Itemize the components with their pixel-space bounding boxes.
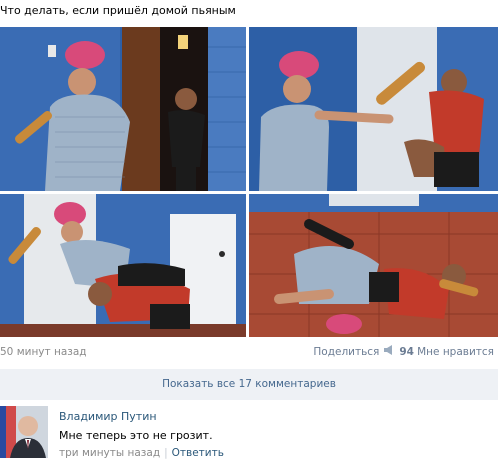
like-button[interactable]: Мне нравится [417,344,494,360]
post-meta: 50 минут назад Поделиться 94 Мне нравитс… [0,344,498,360]
photo-3[interactable] [0,194,246,337]
avatar[interactable] [0,406,48,458]
show-all-comments-button[interactable]: Показать все 17 комментариев [0,369,498,400]
separator: | [164,447,168,459]
share-button[interactable]: Поделиться 94 [313,344,414,360]
comment-time[interactable]: три минуты назад [59,447,160,459]
megaphone-icon [383,344,395,360]
post-time[interactable]: 50 минут назад [0,344,87,360]
comment-author[interactable]: Владимир Путин [59,410,157,423]
photo-4[interactable] [249,194,498,337]
photo-grid [0,27,498,337]
comment-text: Мне теперь это не грозит. [59,429,213,442]
photo-2[interactable] [249,27,498,191]
photo-1[interactable] [0,27,246,191]
comment-item: Владимир Путин Мне теперь это не грозит.… [0,406,498,466]
share-count: 94 [399,346,414,358]
reply-button[interactable]: Ответить [172,447,224,459]
share-label: Поделиться [313,346,380,358]
post-title: Что делать, если пришёл домой пьяным [0,4,236,17]
comment-footer: три минуты назад | Ответить [59,447,224,459]
